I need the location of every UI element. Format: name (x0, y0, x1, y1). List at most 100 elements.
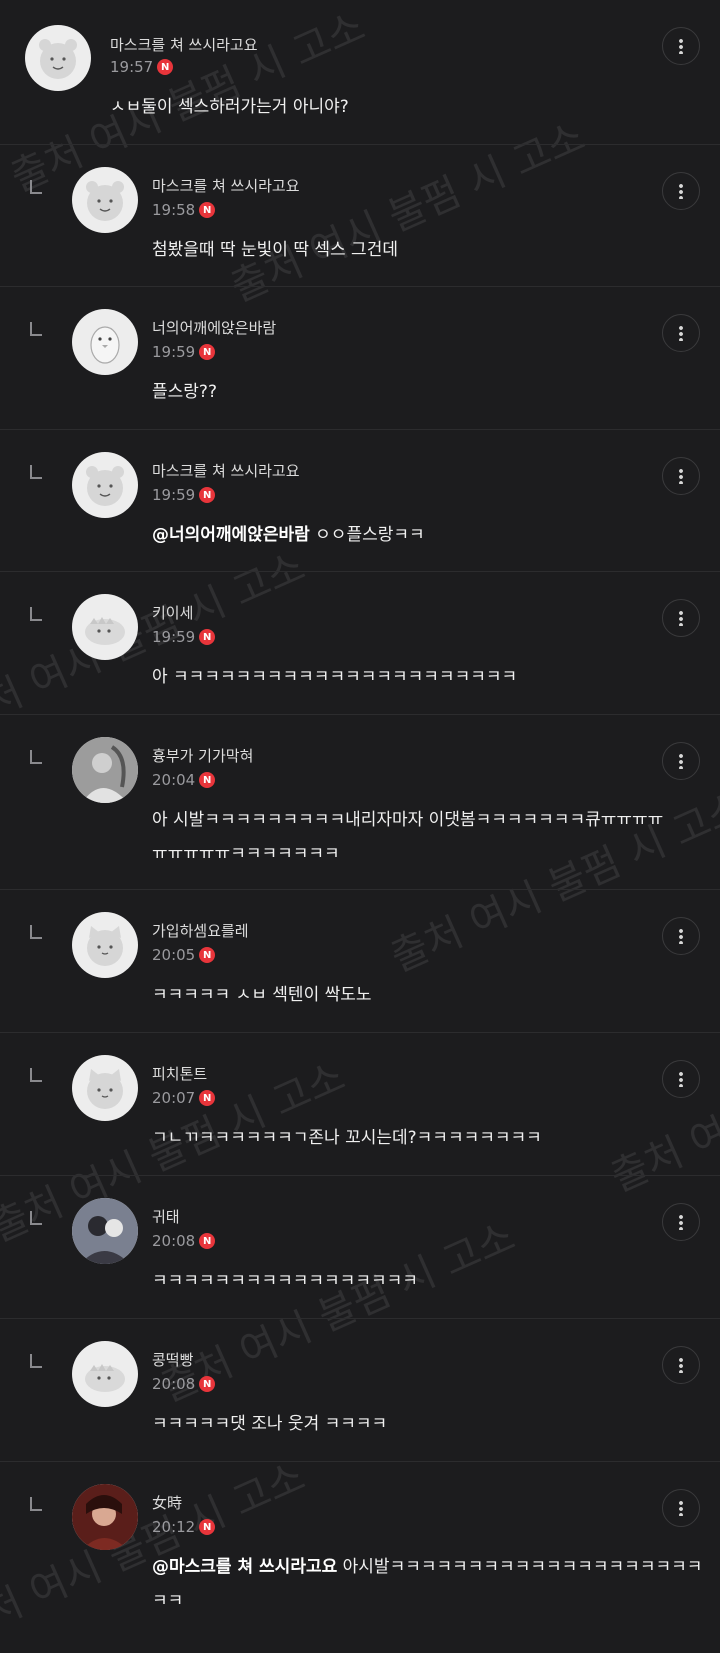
reply-arrow-icon (30, 607, 42, 621)
reply-item: 귀태 20:08 N ㅋㅋㅋㅋㅋㅋㅋㅋㅋㅋㅋㅋㅋㅋㅋㅋㅋ (0, 1176, 720, 1319)
new-badge: N (199, 947, 216, 963)
mention-link[interactable]: @마스크를 쳐 쓰시라고요 (152, 1557, 337, 1577)
new-badge: N (199, 202, 216, 218)
reply-arrow-icon (30, 925, 42, 939)
dino-icon[interactable] (72, 1341, 138, 1407)
comment-meta: 19:59 N (152, 343, 216, 361)
comment-line: ㅋㅋㅋㅋㅋ댓 조나 웃겨 ㅋㅋㅋㅋ (152, 1414, 388, 1434)
more-options-button[interactable] (662, 314, 700, 352)
new-badge: N (199, 629, 216, 645)
comment-text: ㄱㄴㄲㅋㅋㅋㅋㅋㅋㄱ존나 꼬시는데?ㅋㅋㅋㅋㅋㅋㅋㅋ (152, 1121, 542, 1155)
comment-meta: 20:12 N (152, 1518, 216, 1536)
bear-icon[interactable] (72, 452, 138, 518)
more-icon (679, 1500, 683, 1516)
new-badge: N (199, 1376, 216, 1392)
comment-time: 19:58 (152, 201, 196, 219)
comment-nickname[interactable]: 피치톤트 (152, 1063, 207, 1084)
reply-item: 마스크를 쳐 쓰시라고요 19:58 N 첨봤을때 딱 눈빛이 딱 섹스 그건데 (0, 145, 720, 287)
comment-meta: 19:59 N (152, 628, 216, 646)
photo-icon[interactable] (72, 737, 138, 803)
reply-item: 가입하셈요를레 20:05 N ㅋㅋㅋㅋㅋ ㅅㅂ 섹텐이 싹도노 (0, 890, 720, 1033)
comment-meta: 20:07 N (152, 1089, 216, 1107)
comment-nickname[interactable]: 귀태 (152, 1206, 180, 1227)
bird-icon[interactable] (72, 309, 138, 375)
dino-icon[interactable] (72, 594, 138, 660)
comment-text: 아 ㅋㅋㅋㅋㅋㅋㅋㅋㅋㅋㅋㅋㅋㅋㅋㅋㅋㅋㅋㅋㅋㅋ (152, 660, 517, 694)
more-options-button[interactable] (662, 1489, 700, 1527)
new-badge: N (199, 1233, 216, 1249)
photo-icon[interactable] (72, 1484, 138, 1550)
comment-nickname[interactable]: 마스크를 쳐 쓰시라고요 (152, 460, 300, 481)
reply-arrow-icon (30, 1354, 42, 1368)
cat-icon[interactable] (72, 1055, 138, 1121)
reply-item: 콩떡빵 20:08 N ㅋㅋㅋㅋㅋ댓 조나 웃겨 ㅋㅋㅋㅋ (0, 1319, 720, 1462)
more-icon (679, 753, 683, 769)
comment-time: 19:59 (152, 486, 196, 504)
new-badge: N (199, 772, 216, 788)
comment-line: ㅅㅂ둘이 섹스하러가는거 아니야? (110, 97, 349, 117)
more-options-button[interactable] (662, 1060, 700, 1098)
more-icon (679, 928, 683, 944)
comment-nickname[interactable]: 키이세 (152, 602, 193, 623)
comment-time: 20:08 (152, 1232, 196, 1250)
comment-nickname[interactable]: 콩떡빵 (152, 1349, 193, 1370)
more-icon (679, 183, 683, 199)
reply-item: 피치톤트 20:07 N ㄱㄴㄲㅋㅋㅋㅋㅋㅋㄱ존나 꼬시는데?ㅋㅋㅋㅋㅋㅋㅋㅋ (0, 1033, 720, 1176)
more-options-button[interactable] (662, 27, 700, 65)
new-badge: N (199, 1519, 216, 1535)
comment-line: ㅋㅋㅋㅋㅋ ㅅㅂ 섹텐이 싹도노 (152, 985, 372, 1005)
comment-time: 20:12 (152, 1518, 196, 1536)
cat-icon[interactable] (72, 912, 138, 978)
comment-line: 아 시발ㅋㅋㅋㅋㅋㅋㅋㅋㅋ내리자마자 이댓봄ㅋㅋㅋㅋㅋㅋㅋ큐ㅠㅠㅠㅠ (152, 810, 664, 830)
more-icon (679, 38, 683, 54)
comment-text: ㅅㅂ둘이 섹스하러가는거 아니야? (110, 90, 349, 124)
more-options-button[interactable] (662, 599, 700, 637)
comment-line: ㅇㅇ플스랑ㅋㅋ (315, 525, 425, 545)
comment-meta: 19:59 N (152, 486, 216, 504)
more-options-button[interactable] (662, 1346, 700, 1384)
comment-line: 아 ㅋㅋㅋㅋㅋㅋㅋㅋㅋㅋㅋㅋㅋㅋㅋㅋㅋㅋㅋㅋㅋㅋ (152, 667, 518, 687)
comment-text: @너의어깨에앉은바람 ㅇㅇ플스랑ㅋㅋ (152, 518, 425, 552)
comment-nickname[interactable]: 女時 (152, 1492, 182, 1513)
comment-line: ㅋㅋㅋㅋㅋㅋㅋㅋㅋㅋㅋㅋㅋㅋㅋㅋㅋ (152, 1271, 418, 1291)
new-badge: N (199, 1090, 216, 1106)
comment-time: 20:07 (152, 1089, 196, 1107)
bear-icon[interactable] (72, 167, 138, 233)
comment-time: 19:59 (152, 628, 196, 646)
more-options-button[interactable] (662, 917, 700, 955)
reply-item: 女時 20:12 N @마스크를 쳐 쓰시라고요 아시발ㅋㅋㅋㅋㅋㅋㅋㅋㅋㅋㅋㅋ… (0, 1462, 720, 1631)
reply-arrow-icon (30, 322, 42, 336)
photo-icon[interactable] (72, 1198, 138, 1264)
more-icon (679, 325, 683, 341)
more-options-button[interactable] (662, 457, 700, 495)
more-options-button[interactable] (662, 1203, 700, 1241)
comment-meta: 20:08 N (152, 1375, 216, 1393)
reply-arrow-icon (30, 180, 42, 194)
comment-line: 첨봤을때 딱 눈빛이 딱 섹스 그건데 (152, 240, 398, 260)
bear-icon[interactable] (25, 25, 91, 91)
comment-line: ㅋㅋ (152, 1591, 184, 1611)
reply-arrow-icon (30, 465, 42, 479)
comment-line: 플스랑?? (152, 382, 217, 402)
comment-text: 아 시발ㅋㅋㅋㅋㅋㅋㅋㅋㅋ내리자마자 이댓봄ㅋㅋㅋㅋㅋㅋㅋ큐ㅠㅠㅠㅠ ㅠㅠㅠㅠㅠ… (152, 803, 663, 871)
mention-link[interactable]: @너의어깨에앉은바람 (152, 525, 310, 545)
comment-meta: 19:57 N (110, 58, 174, 76)
comment-time: 19:59 (152, 343, 196, 361)
comment-meta: 20:04 N (152, 771, 216, 789)
more-options-button[interactable] (662, 742, 700, 780)
comment-nickname[interactable]: 흉부가 기가막혀 (152, 745, 253, 766)
reply-item: 키이세 19:59 N 아 ㅋㅋㅋㅋㅋㅋㅋㅋㅋㅋㅋㅋㅋㅋㅋㅋㅋㅋㅋㅋㅋㅋ (0, 572, 720, 715)
more-icon (679, 610, 683, 626)
comment-nickname[interactable]: 마스크를 쳐 쓰시라고요 (152, 175, 300, 196)
comment-text: 첨봤을때 딱 눈빛이 딱 섹스 그건데 (152, 233, 398, 267)
comment-time: 20:08 (152, 1375, 196, 1393)
comment-time: 20:04 (152, 771, 196, 789)
comment-nickname[interactable]: 마스크를 쳐 쓰시라고요 (110, 34, 258, 55)
comment-nickname[interactable]: 너의어깨에앉은바람 (152, 317, 276, 338)
comment-nickname[interactable]: 가입하셈요를레 (152, 920, 249, 941)
more-options-button[interactable] (662, 172, 700, 210)
more-icon (679, 1214, 683, 1230)
comment-time: 19:57 (110, 58, 154, 76)
comment-item: 마스크를 쳐 쓰시라고요 19:57 N ㅅㅂ둘이 섹스하러가는거 아니야? (0, 0, 720, 145)
more-icon (679, 1357, 683, 1373)
